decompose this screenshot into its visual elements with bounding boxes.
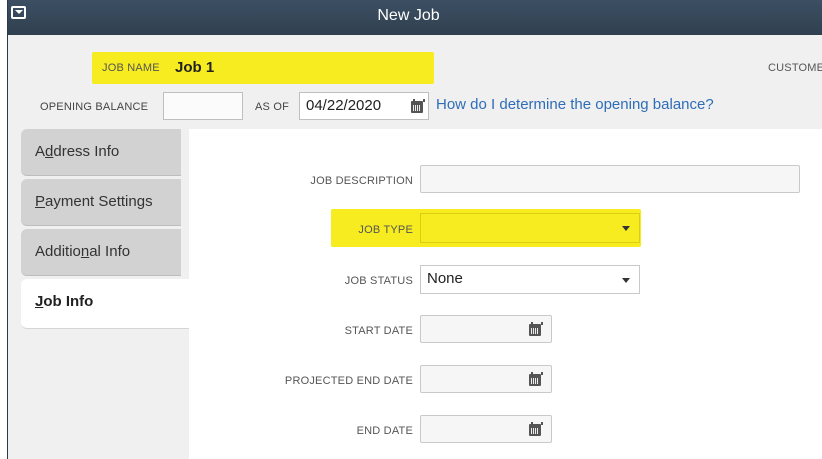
job-status-dropdown[interactable]: None xyxy=(420,265,640,294)
calendar-icon[interactable] xyxy=(529,422,543,436)
job-type-label: JOB TYPE xyxy=(358,224,413,236)
as-of-date-value: 04/22/2020 xyxy=(306,97,382,114)
job-description-field[interactable] xyxy=(420,165,800,193)
window-title: New Job xyxy=(377,7,440,24)
job-status-label: JOB STATUS xyxy=(344,275,413,287)
end-date-label: END DATE xyxy=(356,425,413,437)
job-description-label: JOB DESCRIPTION xyxy=(310,175,413,187)
tab-sidebar: Address Info Payment Settings Additional… xyxy=(21,129,189,459)
tab-payment-settings[interactable]: Payment Settings xyxy=(21,179,181,226)
job-header: JOB NAME Job 1 CUSTOMER OPENING BALANCE … xyxy=(8,35,822,125)
tab-label-payment-settings: Payment Settings xyxy=(35,193,153,210)
tab-additional-info[interactable]: Additional Info xyxy=(21,229,181,276)
end-date-field[interactable] xyxy=(420,415,552,443)
job-status-value: None xyxy=(427,270,463,287)
tab-label-job-info: Job Info xyxy=(35,293,94,310)
calendar-icon[interactable] xyxy=(529,322,543,336)
job-type-dropdown[interactable] xyxy=(420,213,640,243)
new-job-window: New Job JOB NAME Job 1 CUSTOMER OPENING … xyxy=(7,0,822,459)
tab-job-info[interactable]: Job Info xyxy=(21,279,189,329)
job-name-label: JOB NAME xyxy=(102,62,160,74)
title-bar: New Job xyxy=(8,0,822,35)
projected-end-date-field[interactable] xyxy=(420,365,552,393)
calendar-icon[interactable] xyxy=(411,99,425,113)
job-info-panel: JOB DESCRIPTION JOB TYPE JOB STATUS None… xyxy=(189,129,822,459)
tab-label-address-info: Address Info xyxy=(35,143,120,160)
customer-label: CUSTOMER xyxy=(768,62,822,74)
chevron-down-icon[interactable] xyxy=(622,226,630,231)
tab-label-additional-info: Additional Info xyxy=(35,243,131,260)
chevron-down-icon[interactable] xyxy=(622,278,630,283)
as-of-date-field[interactable]: 04/22/2020 xyxy=(299,92,429,120)
opening-balance-field[interactable] xyxy=(163,92,243,120)
projected-end-date-label: PROJECTED END DATE xyxy=(284,375,413,387)
tab-address-info[interactable]: Address Info xyxy=(21,129,181,176)
opening-balance-label: OPENING BALANCE xyxy=(40,101,149,113)
calendar-icon[interactable] xyxy=(529,372,543,386)
as-of-label: AS OF xyxy=(255,101,290,113)
job-name-field[interactable]: Job 1 xyxy=(170,55,430,81)
start-date-field[interactable] xyxy=(420,315,552,343)
opening-balance-help-link[interactable]: How do I determine the opening balance? xyxy=(436,96,714,113)
start-date-label: START DATE xyxy=(344,325,413,337)
